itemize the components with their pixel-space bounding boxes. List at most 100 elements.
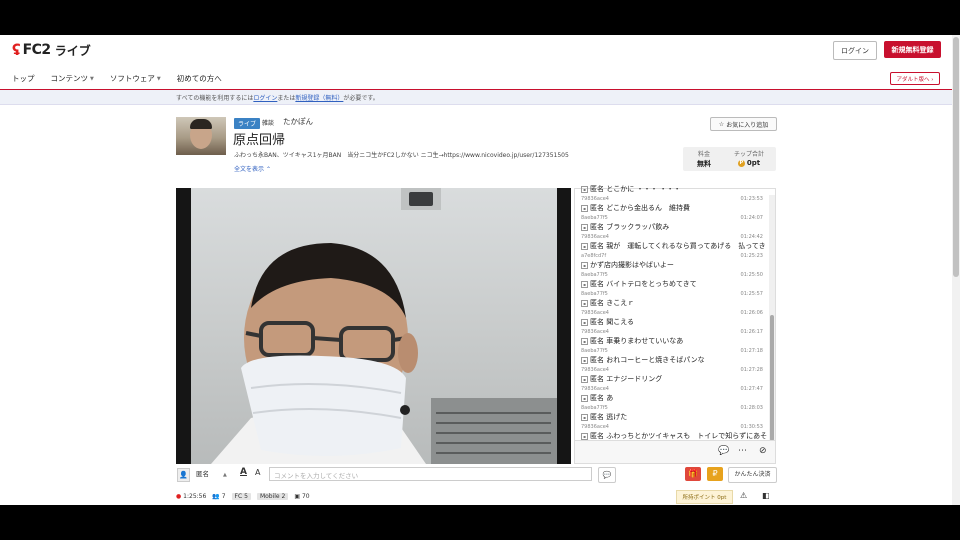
chat-user-id[interactable]: 79836ace4 [581, 234, 609, 240]
chat-user-id[interactable]: 8aeba77f5 [581, 272, 608, 278]
more-icon[interactable]: ⋯ [738, 446, 747, 456]
user-icon[interactable]: 👤 [177, 468, 190, 482]
chat-user-id[interactable]: 79836ace4 [581, 386, 609, 392]
chat-time: 01:28:03 [740, 405, 763, 411]
chat-user-id[interactable]: 79836ace4 [581, 310, 609, 316]
notice-register-link[interactable]: 新規登録（無料） [295, 95, 343, 102]
user-icon: ▪ [581, 394, 588, 402]
register-button[interactable]: 新規無料登録 [884, 41, 941, 58]
chat-text: 匿名 あ [590, 394, 614, 402]
logo-sub: ライブ [54, 43, 91, 58]
chat-time: 01:27:47 [740, 386, 763, 392]
user-icon: ▪ [581, 299, 588, 307]
nav-item-beginners[interactable]: 初めての方へ [177, 73, 222, 84]
chat-message: 8aeba77f5 01:25:57 ▪ 匿名 きこえｒ [575, 291, 767, 310]
login-notice: すべての機能を利用するにはログインまたは新規登録（無料）が必要です。 [0, 90, 952, 105]
fee-value: 無料 [697, 160, 711, 168]
chat-bubble-icon[interactable]: 💬 [718, 446, 729, 456]
user-icon: ▪ [581, 280, 588, 288]
block-icon[interactable]: ⊘ [759, 446, 767, 456]
notice-login-link[interactable]: ログイン [253, 95, 277, 102]
chat-user-id[interactable]: 8aeba77f5 [581, 215, 608, 221]
chat-user-id[interactable]: 79836ace4 [581, 424, 609, 430]
total-count: 70 [301, 493, 310, 500]
chat-panel: ▪ 匿名 とこかに ・・・ ・・・ 79836ace4 01:23:53 ▪ 匿名 どこか… [574, 185, 776, 464]
report-warning-icon[interactable]: ⚠ [740, 491, 747, 500]
main-nav: トップ コンテンツ ▼ ソフトウェア ▼ 初めての方へ [12, 73, 222, 84]
video-frame [191, 188, 557, 464]
tip-coin-icon[interactable]: ₽ [707, 467, 723, 481]
user-icon: ▪ [581, 432, 588, 440]
total-icon: ▣ [294, 493, 301, 500]
user-icon: ▪ [581, 375, 588, 383]
chat-text: 匿名 親が 運転してくれるなら買ってあげる 払ってき [590, 242, 766, 250]
chat-list: ▪ 匿名 とこかに ・・・ ・・・ 79836ace4 01:23:53 ▪ 匿名 どこか… [575, 177, 767, 441]
fc-badge: FC 5 [231, 493, 251, 500]
chat-user-id[interactable]: 8aeba77f5 [581, 291, 608, 297]
chat-message: 8aeba77f5 01:24:07 ▪ 匿名 ブラックラッパ飲み [575, 215, 767, 234]
login-button[interactable]: ログイン [833, 41, 877, 60]
chat-message: ▪ 匿名 とこかに ・・・ ・・・ [575, 177, 767, 196]
chat-time: 01:27:28 [740, 367, 763, 373]
chat-message: a7e8fcd7f 01:25:23 ▪ かず店内撮影はやばいよー [575, 253, 767, 272]
chat-user-id[interactable]: 79836ace4 [581, 196, 609, 202]
send-comment-icon[interactable]: 💬 [598, 467, 616, 483]
nav-item-top[interactable]: トップ [12, 73, 35, 84]
nav-item-contents[interactable]: コンテンツ ▼ [51, 73, 94, 84]
chat-message: 79836ace4 01:26:06 ▪ 匿名 聞こえる [575, 310, 767, 329]
nav-item-software[interactable]: ソフトウェア ▼ [110, 73, 161, 84]
chat-text: 匿名 車乗りまわせていいなあ [590, 337, 684, 345]
show-all-link[interactable]: 全文を表示 ⌃ [234, 164, 271, 173]
chat-message: 79836ace4 01:24:42 ▪ 匿名 親が 運転してくれるなら買ってあげる … [575, 234, 767, 253]
video-player[interactable] [176, 188, 571, 464]
page-scrollbar[interactable] [952, 35, 960, 505]
chevron-down-icon: ▼ [156, 75, 161, 82]
chat-time: 01:25:57 [740, 291, 763, 297]
live-status-badge: ライブ [234, 118, 261, 129]
chat-time: 01:25:23 [740, 253, 763, 259]
owner-name[interactable]: たかぽん [283, 116, 313, 127]
fee-box: 料金 無料 チップ合計 P 0pt [683, 147, 776, 171]
chat-text: 匿名 とこかに ・・・ ・・・ [590, 185, 681, 193]
quick-pay-button[interactable]: かんたん決済 [728, 467, 777, 483]
adult-version-button[interactable]: アダルト版へ › [890, 72, 940, 85]
point-coin-icon: P [737, 159, 745, 167]
chat-time: 01:25:50 [740, 272, 763, 278]
chat-time: 01:24:42 [740, 234, 763, 240]
select-caret-icon: ▲ [223, 472, 227, 478]
chat-user-id[interactable]: 79836ace4 [581, 329, 609, 335]
font-size-icon[interactable]: A [255, 468, 260, 477]
user-icon: ▪ [581, 318, 588, 326]
chat-scrollbar[interactable] [769, 195, 775, 441]
chat-text: 匿名 ブラックラッパ飲み [590, 223, 670, 231]
add-favorite-button[interactable]: ☆ お気に入り追加 [710, 117, 777, 131]
stream-stats: ● 1:25:56 👥 7 FC 5 Mobile 2 ▣ 70 [176, 493, 310, 500]
chat-user-id[interactable]: a7e8fcd7f [581, 253, 606, 259]
logo-text: FC2 [22, 42, 52, 58]
exit-icon[interactable]: ◧ [762, 491, 770, 500]
gift-icon[interactable]: 🎁 [685, 467, 701, 481]
channel-avatar[interactable] [176, 117, 226, 155]
user-icon: ▪ [581, 223, 588, 231]
chat-message: 79836ace4 01:27:28 ▪ 匿名 エナジードリング [575, 367, 767, 386]
comment-input[interactable]: コメントを入力してください [269, 467, 592, 481]
chat-text: かず店内撮影はやばいよー [590, 261, 674, 269]
chat-text: 匿名 逃げた [590, 413, 628, 421]
chat-message: 8aeba77f5 01:28:03 ▪ 匿名 逃げた [575, 405, 767, 424]
fc2-live-logo[interactable]: ʢ FC2 ライブ [12, 41, 91, 59]
viewer-count: 7 [221, 493, 226, 500]
chat-message: 8aeba77f5 01:25:50 ▪ 匿名 バイトテロをとっちめてきて [575, 272, 767, 291]
user-icon: ▪ [581, 185, 588, 193]
fc2-mascot-icon: ʢ [12, 41, 21, 59]
chat-user-id[interactable]: 79836ace4 [581, 367, 609, 373]
chat-user-id[interactable]: 8aeba77f5 [581, 348, 608, 354]
name-select[interactable]: 匿名 ▲ [196, 468, 227, 478]
chat-message: 79836ace4 01:23:53 ▪ 匿名 どこから金出るん 維持費 [575, 196, 767, 215]
chat-user-id[interactable]: 8aeba77f5 [581, 405, 608, 411]
user-icon: ▪ [581, 413, 588, 421]
category-label[interactable]: 雑談 [262, 118, 274, 127]
chat-text: 匿名 聞こえる [590, 318, 635, 326]
chat-time: 01:23:53 [740, 196, 763, 202]
font-color-icon[interactable]: A [240, 467, 247, 477]
stream-title: 原点回帰 [233, 133, 286, 148]
